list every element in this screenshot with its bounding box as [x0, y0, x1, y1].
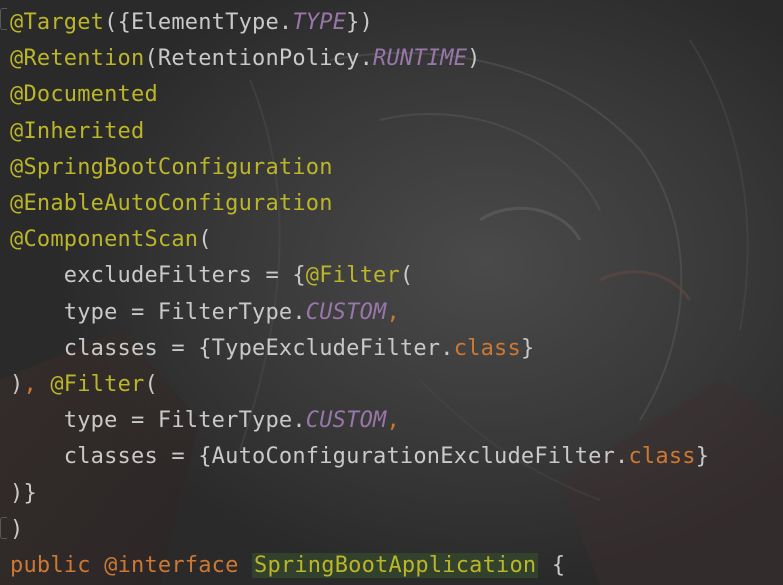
code-token: )}: [10, 480, 37, 506]
code-line[interactable]: )}: [10, 476, 37, 512]
code-token: CUSTOM: [305, 408, 387, 434]
code-token: @ComponentScan: [10, 227, 199, 253]
code-token: }): [346, 10, 374, 35]
code-token: type = FilterType.: [10, 408, 306, 434]
code-token: TYPE: [292, 10, 347, 35]
code-line[interactable]: ), @Filter(: [10, 367, 158, 403]
code-token: ,: [23, 372, 51, 397]
code-token: RUNTIME: [373, 46, 468, 72]
code-token: @SpringBootConfiguration: [10, 154, 333, 180]
code-line[interactable]: @SpringBootConfiguration: [10, 150, 333, 186]
code-token: @Filter: [50, 372, 145, 397]
code-token: (: [399, 263, 414, 289]
code-token: CUSTOM: [305, 299, 387, 325]
code-token: @Target: [10, 10, 105, 35]
code-token: excludeFilters = {: [10, 263, 306, 289]
code-editor[interactable]: @Target({ElementType.TYPE}) @Retention(Re…: [0, 0, 783, 585]
code-token: }: [695, 444, 710, 470]
code-line[interactable]: type = FilterType.CUSTOM,: [10, 403, 400, 439]
code-token: @interface: [104, 553, 239, 578]
code-token: @EnableAutoConfiguration: [10, 191, 333, 216]
code-token: classes = {TypeExcludeFilter.: [10, 335, 454, 361]
code-token: public: [10, 553, 91, 578]
code-token: type = FilterType.: [10, 299, 306, 325]
code-line[interactable]: @Inherited: [10, 114, 144, 150]
code-line[interactable]: @EnableAutoConfiguration: [10, 186, 333, 222]
code-token: (: [144, 372, 158, 397]
code-token: classes = {AutoConfigurationExcludeFilte…: [10, 444, 629, 470]
code-line[interactable]: excludeFilters = {@Filter(: [10, 258, 413, 294]
code-line[interactable]: @Documented: [10, 77, 158, 113]
code-token: ): [467, 46, 481, 72]
code-token: @Filter: [305, 263, 400, 289]
code-line[interactable]: @ComponentScan(: [10, 222, 212, 258]
code-token: {: [538, 553, 566, 578]
code-token: ({ElementType.: [104, 10, 293, 35]
code-token: @Documented: [10, 82, 158, 108]
code-line[interactable]: classes = {TypeExcludeFilter.class}: [10, 331, 534, 367]
code-token: ,: [386, 299, 400, 325]
code-token: SpringBootApplication: [252, 553, 539, 578]
code-line[interactable]: @Retention(RetentionPolicy.RUNTIME): [10, 41, 481, 77]
code-token: ): [10, 516, 24, 542]
code-token: }: [520, 335, 535, 361]
code-line[interactable]: type = FilterType.CUSTOM,: [10, 295, 400, 331]
code-line[interactable]: ): [10, 512, 23, 548]
code-token: (: [198, 227, 212, 253]
code-line[interactable]: classes = {AutoConfigurationExcludeFilte…: [10, 439, 709, 475]
code-line[interactable]: public @interface SpringBootApplication …: [10, 548, 565, 584]
code-token: ,: [386, 408, 400, 434]
code-line[interactable]: @Target({ElementType.TYPE}): [10, 5, 373, 41]
code-token: ): [10, 372, 24, 397]
code-token: class: [453, 335, 521, 361]
code-token: class: [628, 444, 696, 470]
code-token: @Inherited: [10, 118, 145, 144]
code-token: (RetentionPolicy.: [144, 46, 374, 72]
code-token: @Retention: [10, 46, 145, 72]
